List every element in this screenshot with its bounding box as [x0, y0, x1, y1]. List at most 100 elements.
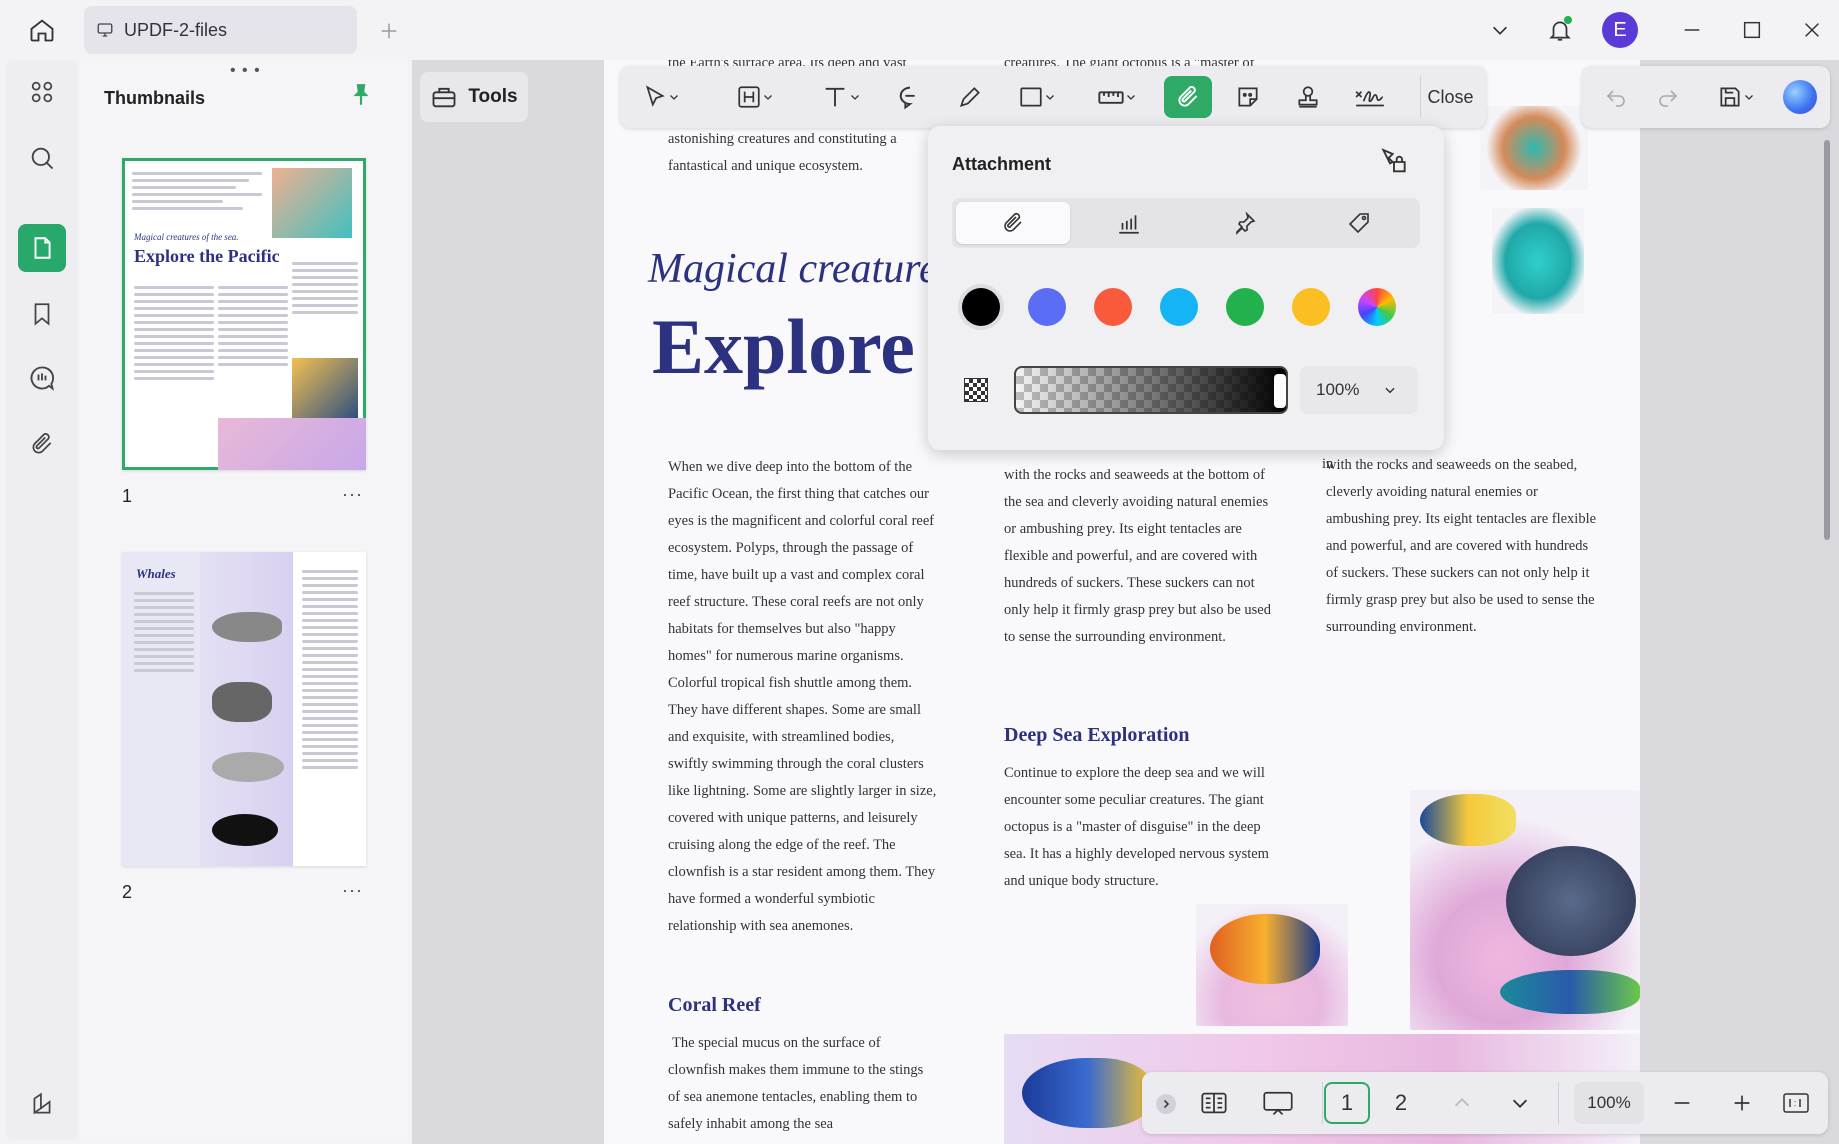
tab-title: UPDF-2-files — [124, 19, 228, 40]
heading-big: Explore — [652, 303, 915, 390]
page-button-2[interactable]: 2 — [1378, 1082, 1424, 1124]
deep-sea-heading: Deep Sea Exploration — [1004, 724, 1190, 746]
highlight-h-icon — [738, 86, 760, 108]
thumbnail-page-2[interactable]: Whales — [122, 552, 366, 866]
select-tool-button[interactable] — [632, 76, 690, 118]
chevron-down-icon — [764, 95, 772, 100]
redo-icon[interactable] — [1648, 76, 1688, 118]
comment-icon[interactable] — [18, 354, 66, 402]
opacity-dropdown[interactable]: 100% — [1300, 366, 1418, 414]
maximize-icon[interactable] — [1732, 12, 1772, 48]
text-tool-button[interactable] — [810, 76, 872, 118]
minimize-icon[interactable] — [1672, 12, 1712, 48]
measure-tool-button[interactable] — [1088, 76, 1146, 118]
stamp-tool-button[interactable] — [1286, 76, 1330, 118]
pencil-icon — [959, 87, 980, 108]
color-swatch-cyan[interactable] — [1160, 288, 1198, 326]
page-layout-icon[interactable] — [1192, 1082, 1236, 1124]
paragraph-col2: with the rocks and seaweeds at the botto… — [1004, 467, 1271, 645]
collapse-nav-icon[interactable] — [1156, 1094, 1176, 1114]
document-tab[interactable]: UPDF-2-files — [84, 6, 357, 54]
thumb-heading: Whales — [136, 566, 176, 581]
apps-grid-icon[interactable] — [18, 68, 66, 116]
pencil-tool-button[interactable] — [948, 76, 992, 118]
color-picker-rainbow[interactable] — [1358, 288, 1396, 326]
vertical-scrollbar[interactable] — [1824, 140, 1830, 540]
panel-drag-handle[interactable]: • • • — [230, 62, 261, 80]
page-text: astonishing creatures and constituting a… — [668, 131, 897, 174]
search-icon[interactable] — [18, 134, 66, 182]
close-toolbar-button[interactable]: Close — [1420, 76, 1480, 118]
ai-assistant-icon[interactable] — [1778, 76, 1822, 118]
toolbox-icon — [432, 87, 456, 108]
actual-size-icon[interactable] — [1774, 1082, 1818, 1124]
paperclip-icon[interactable] — [956, 202, 1070, 244]
attachment-icon[interactable] — [18, 420, 66, 468]
home-icon[interactable] — [22, 12, 62, 48]
pin-popup-icon[interactable] — [1378, 146, 1414, 182]
coral-reef-heading: Coral Reef — [668, 994, 761, 1016]
stamp-icon — [1298, 86, 1318, 108]
page-navigation-bar: 1 2 100% — [1142, 1072, 1828, 1134]
chart-icon[interactable] — [1072, 202, 1186, 244]
ruler-icon — [1098, 91, 1124, 104]
zoom-in-icon[interactable] — [1722, 1082, 1762, 1124]
signature-tool-button[interactable] — [1346, 76, 1394, 118]
undo-icon[interactable] — [1596, 76, 1636, 118]
layers-icon[interactable] — [18, 1080, 66, 1128]
new-tab-plus-icon[interactable] — [374, 16, 404, 46]
tools-button[interactable]: Tools — [420, 72, 528, 122]
chevron-down-icon — [1745, 95, 1753, 100]
thumbnail-more-button[interactable]: ··· — [342, 880, 363, 901]
thumbnails-panel: • • • Thumbnails Magical creatures of th… — [80, 60, 408, 1140]
sticker-tool-button[interactable] — [1226, 76, 1270, 118]
save-button[interactable] — [1706, 76, 1766, 118]
opacity-slider[interactable] — [1014, 366, 1288, 414]
presentation-icon[interactable] — [1254, 1082, 1302, 1124]
zoom-level[interactable]: 100% — [1574, 1082, 1644, 1124]
next-page-icon[interactable] — [1500, 1082, 1540, 1124]
text-t-icon — [825, 87, 845, 107]
color-swatch-orange[interactable] — [1094, 288, 1132, 326]
comment-tool-button[interactable] — [888, 76, 932, 118]
opacity-value: 100% — [1316, 380, 1360, 399]
chevron-down-icon[interactable] — [1480, 12, 1520, 48]
avatar[interactable]: E — [1602, 12, 1638, 48]
notification-bell-icon[interactable] — [1540, 12, 1580, 48]
parrotfish-image — [1500, 970, 1640, 1014]
color-swatch-blue[interactable] — [1028, 288, 1066, 326]
attachment-tool-button[interactable] — [1164, 76, 1212, 118]
pin-icon[interactable] — [1188, 202, 1302, 244]
shape-tool-button[interactable] — [1008, 76, 1066, 118]
thumbnail-more-button[interactable]: ··· — [342, 484, 363, 505]
previous-page-icon[interactable] — [1442, 1082, 1482, 1124]
left-icon-rail — [6, 60, 78, 1140]
close-icon[interactable] — [1792, 12, 1832, 48]
thumbnail-page-1[interactable]: Magical creatures of the sea. Explore th… — [122, 158, 366, 470]
butterflyfish-image — [1420, 794, 1516, 846]
speech-bubble-icon — [899, 86, 915, 110]
quick-actions-bar — [1582, 66, 1830, 128]
page-button-1[interactable]: 1 — [1324, 1082, 1370, 1124]
pufferfish-image — [1506, 846, 1636, 956]
paragraph-col3: with the rocks and seaweeds on the seabe… — [1326, 457, 1597, 635]
sticker-icon — [1238, 87, 1258, 107]
color-swatch-yellow[interactable] — [1292, 288, 1330, 326]
paragraph-col1: When we dive deep into the bottom of the… — [668, 459, 937, 934]
transparency-icon — [964, 378, 988, 402]
zoom-out-icon[interactable] — [1662, 1082, 1702, 1124]
attachment-popup: Attachment 100% — [928, 126, 1444, 450]
chevron-down-icon — [1385, 387, 1396, 394]
thumbnails-page-icon[interactable] — [18, 224, 66, 272]
opacity-slider-handle[interactable] — [1274, 374, 1286, 408]
pin-panel-icon[interactable] — [348, 82, 378, 112]
thumbnail-number: 2 — [122, 882, 133, 902]
monitor-icon — [97, 23, 113, 37]
highlight-tool-button[interactable] — [726, 76, 784, 118]
tag-icon[interactable] — [1302, 202, 1416, 244]
rectangle-icon — [1020, 87, 1042, 107]
bookmark-icon[interactable] — [18, 290, 66, 338]
color-swatch-black[interactable] — [962, 288, 1000, 326]
color-swatch-green[interactable] — [1226, 288, 1264, 326]
save-icon — [1720, 87, 1740, 107]
